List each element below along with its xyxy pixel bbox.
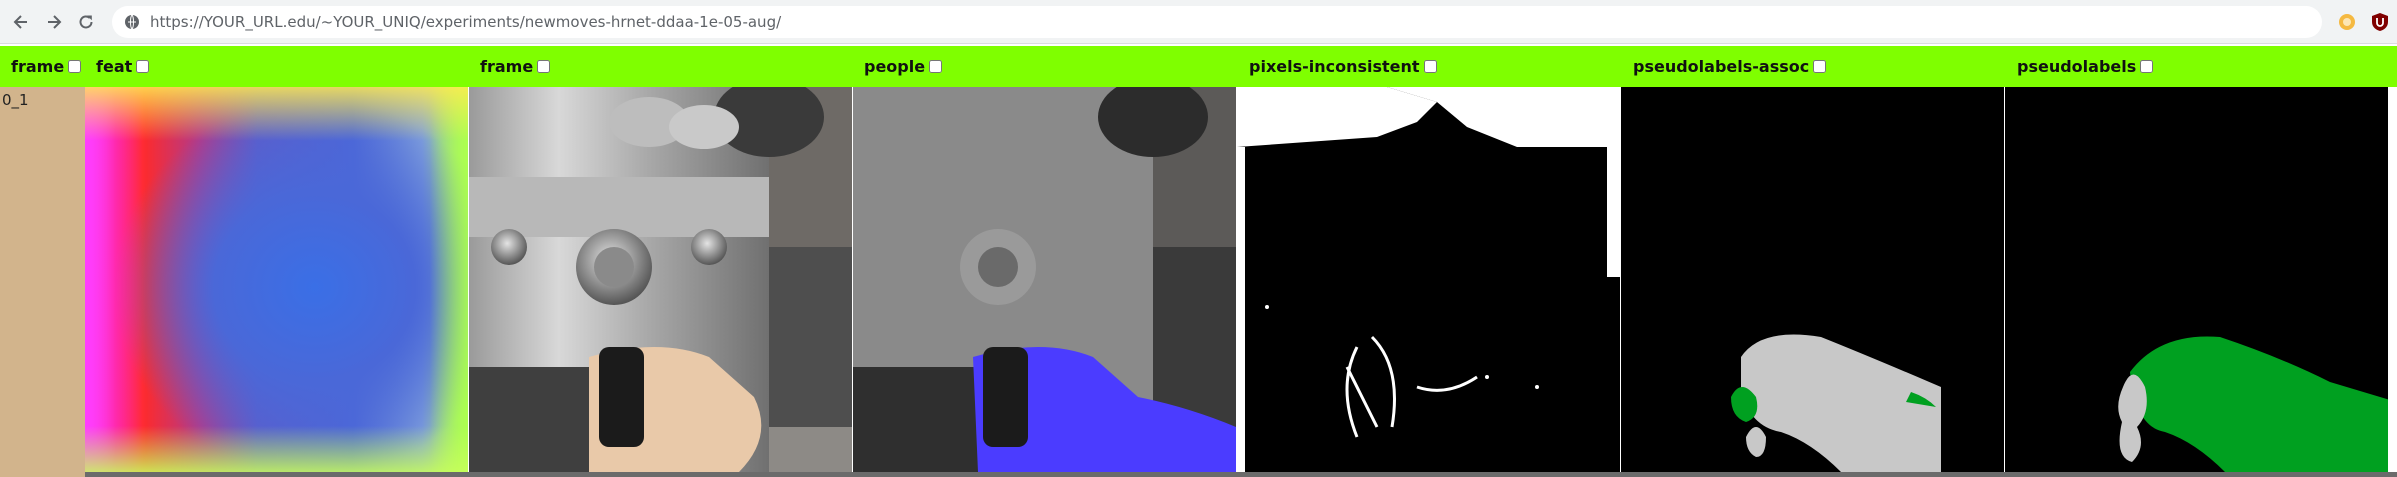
reload-button[interactable]	[73, 9, 99, 35]
back-button[interactable]	[8, 9, 34, 35]
row-label-cell: 0_1	[0, 87, 85, 477]
column-header-label: feat	[96, 57, 133, 76]
column-toggle-checkbox[interactable]	[929, 60, 943, 73]
table-header-row: frame feat frame people pixels-inconsist…	[0, 46, 2397, 87]
column-header-people: people	[864, 46, 943, 87]
column-header-label: frame	[11, 57, 65, 76]
column-toggle-checkbox[interactable]	[136, 60, 150, 73]
column-header-feat: feat	[96, 46, 150, 87]
column-header-label: people	[864, 57, 926, 76]
site-info-icon[interactable]	[124, 14, 140, 30]
extension-icon[interactable]	[2336, 11, 2358, 33]
column-toggle-checkbox[interactable]	[2140, 60, 2154, 73]
column-header-label: pseudolabels-assoc	[1633, 57, 1810, 76]
column-header-pseudolabels-assoc: pseudolabels-assoc	[1633, 46, 1827, 87]
feat-image	[85, 87, 468, 472]
pixels-inconsistent-image	[1237, 87, 1620, 472]
url-text[interactable]: https://YOUR_URL.edu/~YOUR_UNIQ/experime…	[150, 13, 781, 31]
browser-toolbar: https://YOUR_URL.edu/~YOUR_UNIQ/experime…	[0, 0, 2397, 44]
column-header-pixels-inconsistent: pixels-inconsistent	[1249, 46, 1437, 87]
column-header-label: frame	[480, 57, 534, 76]
column-header-label: pseudolabels	[2017, 57, 2137, 76]
column-toggle-checkbox[interactable]	[1813, 60, 1827, 73]
column-toggle-checkbox[interactable]	[68, 60, 82, 73]
column-header-frame-2: frame	[480, 46, 551, 87]
column-header-pseudolabels: pseudolabels	[2017, 46, 2154, 87]
column-toggle-checkbox[interactable]	[537, 60, 551, 73]
next-row-edge	[85, 472, 2397, 477]
column-toggle-checkbox[interactable]	[1423, 60, 1437, 73]
pseudolabels-image	[2005, 87, 2388, 472]
arrow-right-icon	[48, 15, 62, 29]
reload-icon	[79, 15, 93, 29]
shield-icon[interactable]	[2369, 11, 2391, 33]
row-label: 0_1	[2, 91, 29, 109]
column-header-frame: frame	[11, 46, 82, 87]
column-header-label: pixels-inconsistent	[1249, 57, 1420, 76]
address-bar[interactable]: https://YOUR_URL.edu/~YOUR_UNIQ/experime…	[112, 6, 2322, 38]
forward-button[interactable]	[41, 9, 67, 35]
people-image	[853, 87, 1236, 472]
frame-image	[469, 87, 852, 472]
arrow-left-icon	[13, 15, 27, 29]
pseudolabels-assoc-image	[1621, 87, 2004, 472]
